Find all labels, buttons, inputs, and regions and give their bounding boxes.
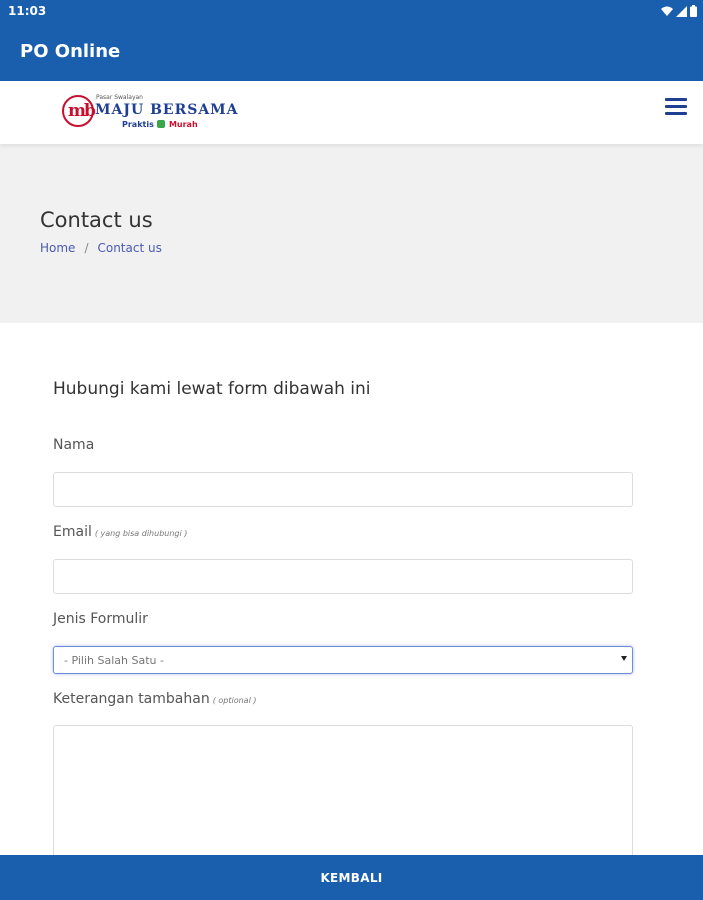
back-button[interactable]: KEMBALI (0, 855, 703, 900)
page-title: Contact us (40, 208, 153, 232)
form-type-selected-value: - Pilih Salah Satu - (64, 654, 164, 667)
breadcrumb-separator: / (84, 241, 89, 255)
notes-hint: ( optional ) (212, 696, 257, 705)
logo-tagline-murah: Murah (168, 120, 198, 129)
site-header: mb Pasar Swalayan MAJU BERSAMA Praktis M… (0, 81, 703, 144)
email-input[interactable] (53, 559, 633, 594)
logo-badge: mb (62, 95, 96, 127)
logo-dot-icon (157, 120, 166, 128)
app-bar: PO Online (0, 24, 703, 81)
logo-main-text: MAJU BERSAMA (95, 102, 239, 118)
form-type-select[interactable]: - Pilih Salah Satu - (53, 646, 633, 674)
form-heading: Hubungi kami lewat form dibawah ini (53, 379, 371, 399)
status-time: 11:03 (8, 4, 47, 18)
breadcrumb-current[interactable]: Contact us (97, 241, 161, 255)
name-label-text: Nama (53, 437, 95, 453)
app-title: PO Online (20, 41, 121, 62)
signal-icon (676, 5, 687, 17)
notes-textarea[interactable] (53, 725, 633, 865)
back-button-label: KEMBALI (320, 871, 383, 885)
logo-small-text: Pasar Swalayan (96, 94, 143, 101)
notes-label: Keterangan tambahan( optional ) (53, 691, 256, 707)
brand-logo[interactable]: mb Pasar Swalayan MAJU BERSAMA Praktis M… (62, 93, 238, 133)
name-input[interactable] (53, 472, 633, 507)
logo-tagline: Praktis Murah (122, 120, 198, 129)
dropdown-arrow-icon (621, 656, 627, 661)
hamburger-menu-icon[interactable] (665, 98, 687, 116)
breadcrumb: Home / Contact us (40, 241, 162, 255)
email-label: Email( yang bisa dihubungi ) (53, 524, 187, 540)
email-hint: ( yang bisa dihubungi ) (94, 529, 188, 538)
form-type-label: Jenis Formulir (53, 611, 148, 627)
form-type-label-text: Jenis Formulir (53, 611, 148, 627)
status-bar: 11:03 (0, 0, 703, 24)
battery-icon (690, 5, 697, 17)
wifi-icon (661, 6, 673, 16)
name-label: Nama (53, 437, 94, 453)
status-icons (661, 5, 697, 17)
logo-tagline-praktis: Praktis (122, 120, 154, 129)
breadcrumb-home-link[interactable]: Home (40, 241, 75, 255)
page-hero: Contact us Home / Contact us (0, 144, 703, 323)
logo-badge-text: mb (68, 101, 96, 121)
notes-label-text: Keterangan tambahan (53, 691, 210, 707)
email-label-text: Email (53, 524, 92, 540)
